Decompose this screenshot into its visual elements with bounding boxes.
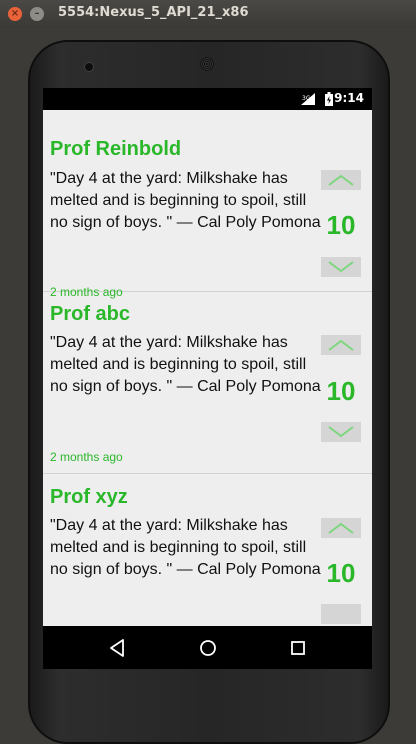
upvote-button[interactable]	[321, 170, 361, 190]
chevron-up-icon	[328, 174, 354, 186]
status-bar: 3G 9:14	[43, 88, 372, 110]
recent-square-icon[interactable]	[287, 637, 309, 659]
post-quote: "Day 4 at the yard: Milkshake has melted…	[50, 517, 321, 578]
signal-icon: 3G	[301, 93, 315, 105]
downvote-button[interactable]	[321, 257, 361, 277]
vote-count: 10	[326, 558, 356, 588]
window-title: 5554:Nexus_5_API_21_x86	[58, 5, 249, 20]
chevron-down-icon	[328, 261, 354, 273]
post-timestamp: 2 months ago	[50, 450, 123, 464]
home-circle-icon[interactable]	[197, 637, 219, 659]
list-item: Prof Reinbold "Day 4 at the yard: Milksh…	[43, 110, 372, 299]
window-close-button[interactable]: ×	[8, 7, 22, 21]
list-item: Prof abc "Day 4 at the yard: Milkshake h…	[43, 292, 372, 474]
phone-screen: 3G 9:14 Prof Reinbold "Day 4 at the yard…	[43, 88, 372, 669]
navigation-bar	[43, 626, 372, 669]
post-author: Prof Reinbold	[50, 138, 182, 160]
post-quote: "Day 4 at the yard: Milkshake has melted…	[50, 334, 321, 395]
battery-icon	[325, 92, 333, 106]
chevron-down-icon	[328, 426, 354, 438]
post-author: Prof abc	[50, 303, 131, 325]
window-titlebar: × – 5554:Nexus_5_API_21_x86	[0, 0, 416, 29]
back-triangle-icon[interactable]	[107, 637, 129, 659]
downvote-button[interactable]	[321, 422, 361, 442]
status-time: 9:14	[334, 91, 364, 105]
post-author: Prof xyz	[50, 486, 128, 508]
front-camera	[84, 62, 94, 72]
window-minimize-button[interactable]: –	[30, 7, 44, 21]
vote-count: 10	[326, 210, 356, 240]
post-quote: "Day 4 at the yard: Milkshake has melted…	[50, 170, 321, 231]
post-list[interactable]: Prof Reinbold "Day 4 at the yard: Milksh…	[43, 110, 372, 626]
upvote-button[interactable]	[321, 335, 361, 355]
upvote-button[interactable]	[321, 518, 361, 538]
chevron-up-icon	[328, 522, 354, 534]
vote-count: 10	[326, 376, 356, 406]
svg-text:3G: 3G	[302, 95, 311, 102]
earpiece-speaker	[200, 57, 214, 71]
list-item: Prof xyz "Day 4 at the yard: Milkshake h…	[43, 474, 372, 626]
chevron-up-icon	[328, 339, 354, 351]
downvote-button[interactable]	[321, 604, 361, 624]
